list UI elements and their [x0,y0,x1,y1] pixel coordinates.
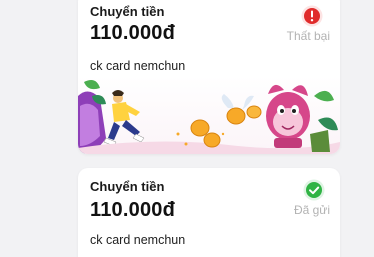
transaction-title: Chuyển tiền [90,179,165,194]
transaction-history-screen: Chuyển tiền 110.000đ ck card nemchun Thấ… [0,0,374,257]
error-icon [301,5,323,27]
transfer-banner-illustration [78,76,340,154]
status-label-sent: Đã gửi [293,203,330,217]
transaction-note: ck card nemchun [90,233,186,247]
transaction-amount: 110.000đ [90,199,176,221]
transaction-card-sent[interactable]: Chuyển tiền 110.000đ ck card nemchun Đã … [78,168,340,257]
transaction-title: Chuyển tiền [90,4,165,19]
transaction-card-failed[interactable]: Chuyển tiền 110.000đ ck card nemchun Thấ… [78,0,340,154]
check-icon [303,179,325,201]
transaction-note: ck card nemchun [90,59,186,73]
transaction-amount: 110.000đ [90,22,176,44]
status-label-failed: Thất bại [286,29,330,43]
